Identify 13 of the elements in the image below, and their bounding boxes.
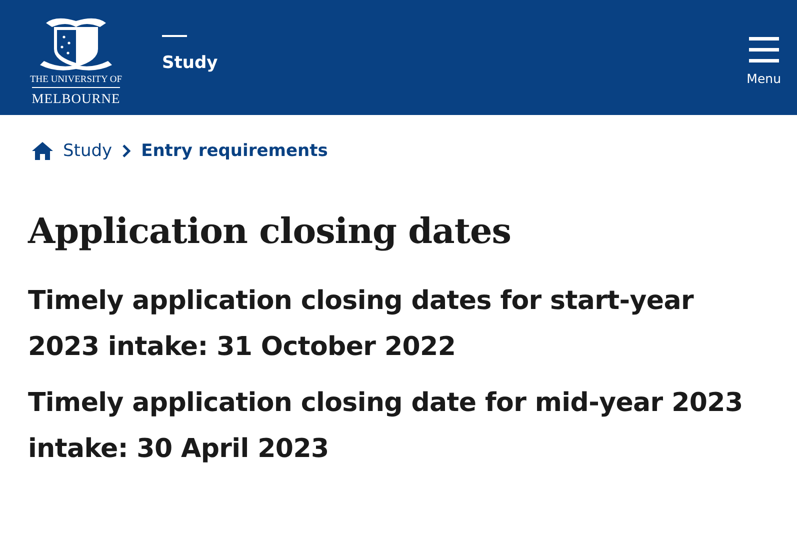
logo-text: THE UNIVERSITY OF [30,74,122,84]
page-title: Application closing dates [28,211,512,252]
menu-button[interactable]: Menu [746,37,781,86]
section-link[interactable]: Study [162,52,218,72]
chevron-icon [122,144,132,158]
breadcrumb-link[interactable]: Study [63,141,112,161]
home-icon[interactable] [32,142,53,160]
logo-text: MELBOURNE [32,86,120,106]
breadcrumb-link[interactable]: Entry requirements [141,141,328,161]
menu-icon [748,37,779,63]
dash-mark [162,34,187,36]
subheading: Timely application closing dates for start-year 2023 intake: 31 October 2022 [28,285,695,364]
subheading: Timely application closing date for mid-year 2023 intake: 30 April 2023 [28,387,744,466]
